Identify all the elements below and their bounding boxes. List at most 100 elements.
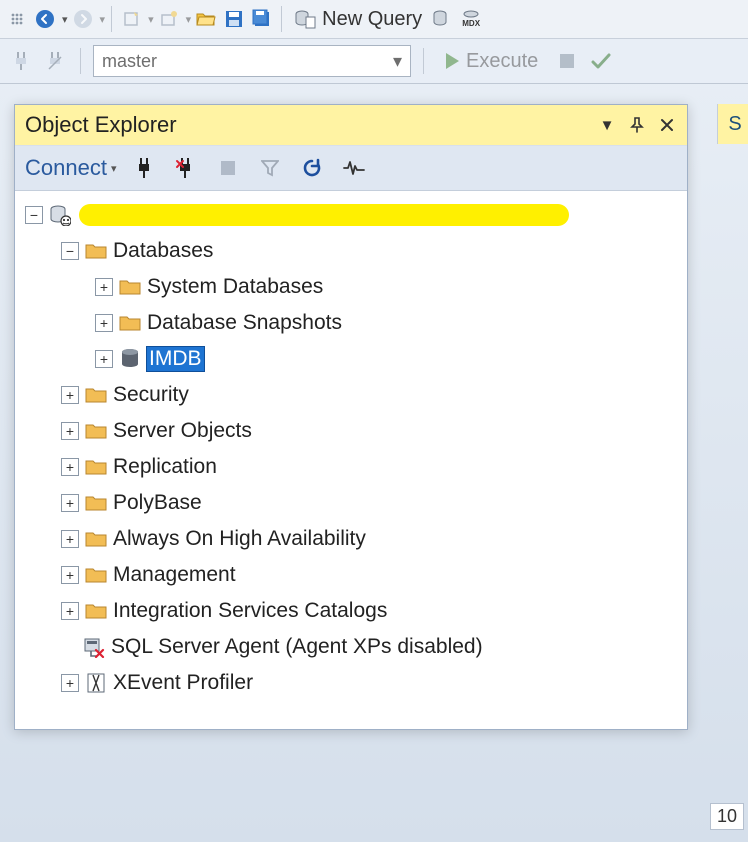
collapse-toggle[interactable]: − (61, 242, 79, 260)
pin-icon[interactable] (627, 115, 647, 135)
folder-icon (85, 420, 107, 442)
tree-label: Integration Services Catalogs (113, 599, 387, 623)
collapse-toggle[interactable]: − (25, 206, 43, 224)
panel-title: Object Explorer (25, 112, 177, 138)
folder-icon (85, 600, 107, 622)
database-combo-value: master (102, 51, 157, 72)
activity-monitor-icon[interactable] (340, 154, 368, 182)
save-button[interactable] (221, 6, 247, 32)
query-toolbar: master ▾ Execute (0, 39, 748, 84)
connect-dropdown[interactable]: Connect ▾ (25, 155, 116, 181)
chevron-down-icon: ▾ (393, 51, 402, 72)
tree-label: Management (113, 563, 236, 587)
expand-toggle[interactable]: + (61, 602, 79, 620)
expand-toggle[interactable]: + (61, 386, 79, 404)
change-connection-button[interactable] (8, 48, 34, 74)
folder-icon (85, 492, 107, 514)
tree-label: XEvent Profiler (113, 671, 253, 695)
open-file-button[interactable] (193, 6, 219, 32)
parse-button[interactable] (588, 48, 614, 74)
window-position-dropdown[interactable]: ▼ (597, 115, 617, 135)
chevron-down-icon[interactable]: ▾ (62, 13, 68, 26)
disconnect-icon[interactable] (172, 154, 200, 182)
play-icon (444, 52, 460, 70)
new-query-button[interactable]: New Query (288, 8, 428, 31)
filter-icon[interactable] (256, 154, 284, 182)
adjacent-panel-tab[interactable]: S (717, 104, 748, 144)
expand-toggle[interactable]: + (61, 566, 79, 584)
tree-label: Replication (113, 455, 217, 479)
folder-icon (119, 276, 141, 298)
folder-icon (85, 384, 107, 406)
chevron-down-icon[interactable]: ▾ (186, 13, 192, 26)
expand-toggle[interactable]: + (61, 494, 79, 512)
agent-disabled-icon (83, 636, 105, 658)
object-explorer-panel: Object Explorer ▼ Connect ▾ (14, 104, 688, 730)
new-item-button[interactable] (118, 6, 144, 32)
nav-forward-button[interactable] (70, 6, 96, 32)
folder-icon (119, 312, 141, 334)
expand-toggle[interactable]: + (95, 350, 113, 368)
stop-icon[interactable] (214, 154, 242, 182)
new-query-label: New Query (322, 8, 422, 31)
folder-icon (85, 456, 107, 478)
chevron-down-icon[interactable]: ▾ (148, 13, 154, 26)
new-project-button[interactable] (156, 6, 182, 32)
expand-toggle[interactable]: + (95, 314, 113, 332)
expand-toggle[interactable]: + (95, 278, 113, 296)
save-all-button[interactable] (249, 6, 275, 32)
expand-toggle[interactable]: + (61, 458, 79, 476)
toggle-placeholder (61, 639, 77, 655)
expand-toggle[interactable]: + (61, 422, 79, 440)
tree-label: SQL Server Agent (Agent XPs disabled) (111, 635, 483, 659)
expand-toggle[interactable]: + (61, 530, 79, 548)
folder-icon (85, 240, 107, 262)
mdx-query-button[interactable]: MDX (458, 6, 484, 32)
tree-node-replication[interactable]: + Replication (23, 449, 679, 485)
tree-node-server[interactable]: − (23, 197, 679, 233)
toolbar-grip-icon (4, 6, 30, 32)
tree-node-server-objects[interactable]: + Server Objects (23, 413, 679, 449)
main-toolbar: ▾ ▾ ▾ ▾ New Query MDX (0, 0, 748, 39)
nav-back-button[interactable] (32, 6, 58, 32)
tree-node-integration-services[interactable]: + Integration Services Catalogs (23, 593, 679, 629)
chevron-down-icon: ▾ (111, 162, 117, 175)
object-explorer-tree: − − Databases + System Databases + Datab… (15, 191, 687, 729)
tree-node-xevent-profiler[interactable]: + XEvent Profiler (23, 665, 679, 701)
object-explorer-toolbar: Connect ▾ (15, 146, 687, 191)
database-combo[interactable]: master ▾ (93, 45, 411, 77)
tree-label: PolyBase (113, 491, 202, 515)
tree-node-database-snapshots[interactable]: + Database Snapshots (23, 305, 679, 341)
expand-toggle[interactable]: + (61, 674, 79, 692)
tree-label: Database Snapshots (147, 311, 342, 335)
tree-label: Always On High Availability (113, 527, 366, 551)
stop-button[interactable] (554, 48, 580, 74)
tree-label: Security (113, 383, 189, 407)
xevent-icon (85, 672, 107, 694)
tree-node-management[interactable]: + Management (23, 557, 679, 593)
tree-node-always-on[interactable]: + Always On High Availability (23, 521, 679, 557)
server-icon (49, 204, 71, 226)
separator (423, 48, 424, 74)
tree-node-polybase[interactable]: + PolyBase (23, 485, 679, 521)
folder-icon (85, 564, 107, 586)
separator (80, 48, 81, 74)
database-query-icon (294, 9, 316, 29)
tree-label: System Databases (147, 275, 323, 299)
tree-node-system-databases[interactable]: + System Databases (23, 269, 679, 305)
server-name-redacted (79, 204, 569, 226)
tree-node-security[interactable]: + Security (23, 377, 679, 413)
chevron-down-icon[interactable]: ▾ (100, 13, 106, 26)
tree-label: Databases (113, 239, 213, 263)
folder-icon (85, 528, 107, 550)
connect-icon[interactable] (130, 154, 158, 182)
close-icon[interactable] (657, 115, 677, 135)
tree-node-imdb[interactable]: + IMDB (23, 341, 679, 377)
disconnect-button[interactable] (42, 48, 68, 74)
refresh-icon[interactable] (298, 154, 326, 182)
panel-titlebar[interactable]: Object Explorer ▼ (15, 105, 687, 146)
execute-button[interactable]: Execute (436, 50, 546, 73)
tree-node-databases[interactable]: − Databases (23, 233, 679, 269)
tree-node-sql-server-agent[interactable]: SQL Server Agent (Agent XPs disabled) (23, 629, 679, 665)
database-engine-query-button[interactable] (430, 6, 456, 32)
